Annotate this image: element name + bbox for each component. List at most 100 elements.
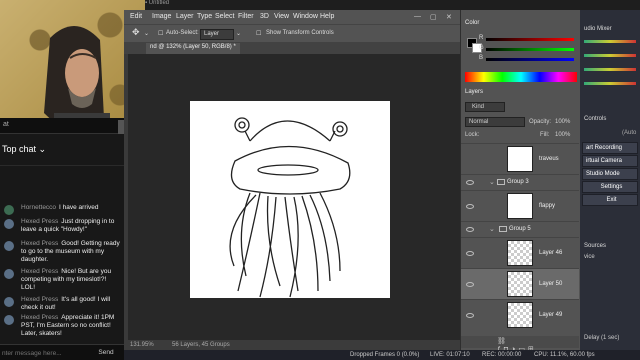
message-author[interactable]: Hornettecco: [21, 204, 56, 211]
options-bar: ✥ ⌄ ☐ Auto-Select: Layer ⌄ ☐ Show Transf…: [124, 24, 460, 42]
filter-kind-dropdown[interactable]: Kind: [465, 102, 505, 112]
close-icon[interactable]: ✕: [446, 13, 452, 21]
exit-button[interactable]: Exit: [582, 194, 638, 206]
visibility-eye-icon[interactable]: [466, 282, 474, 287]
group-row[interactable]: ⌄ Group 5: [461, 221, 579, 237]
chevron-down-icon[interactable]: ⌄: [236, 30, 241, 37]
device-label[interactable]: vice: [584, 254, 595, 260]
menu-select[interactable]: Select: [215, 13, 234, 20]
message-author[interactable]: Hexed Press: [21, 314, 58, 321]
layer-name[interactable]: Layer 50: [539, 281, 562, 287]
menu-layer[interactable]: Layer: [176, 13, 194, 20]
chevron-down-icon[interactable]: ⌄: [489, 178, 495, 186]
color-spectrum[interactable]: [465, 72, 577, 82]
layer-thumbnail: [507, 193, 533, 219]
chat-message: Hexed Press Nice! But are you competing w…: [4, 268, 122, 292]
layer-thumbnail: [507, 302, 533, 328]
move-tool-icon[interactable]: ✥: [132, 27, 140, 38]
auto-select-dropdown[interactable]: Layer: [200, 29, 234, 40]
checkbox-icon[interactable]: ☐: [256, 30, 261, 37]
message-author[interactable]: Hexed Press: [21, 268, 58, 275]
avatar: [4, 205, 14, 215]
avatar: [4, 315, 14, 325]
menu-edit[interactable]: Edit: [130, 13, 142, 20]
visibility-eye-icon[interactable]: [466, 204, 474, 209]
document-tab[interactable]: nd @ 132% (Layer 50, RGB/8) *: [146, 43, 240, 54]
audio-meter: [584, 68, 636, 71]
document-tab-bar: nd @ 132% (Layer 50, RGB/8) *: [124, 42, 460, 54]
window-title: ▪ Untitled: [145, 0, 170, 6]
virtual-camera-button[interactable]: irtual Camera: [582, 155, 638, 167]
group-name[interactable]: Group 5: [509, 226, 531, 232]
minimize-icon[interactable]: —: [414, 13, 421, 20]
menu-help[interactable]: Help: [320, 13, 334, 20]
zoom-level[interactable]: 131.95%: [130, 342, 154, 348]
message-author[interactable]: Hexed Press: [21, 296, 58, 303]
visibility-eye-icon[interactable]: [466, 251, 474, 256]
sources-label: Sources: [584, 243, 607, 249]
layer-name[interactable]: Layer 49: [539, 312, 562, 318]
blue-slider[interactable]: B: [479, 55, 574, 61]
layer-thumbnail: [507, 146, 533, 172]
color-tab[interactable]: Color: [465, 20, 479, 26]
avatar: [4, 297, 14, 307]
menu-image[interactable]: Image: [152, 13, 171, 20]
maximize-icon[interactable]: ▢: [430, 13, 437, 21]
start-recording-button[interactable]: art Recording: [582, 142, 638, 154]
layers-tab[interactable]: Layers: [465, 89, 483, 95]
folder-icon: [499, 226, 507, 232]
opacity-value[interactable]: 100%: [555, 119, 570, 125]
audio-mixer-label: udio Mixer: [584, 26, 612, 32]
transition-auto-label: (Auto: [622, 130, 637, 136]
layer-row-selected[interactable]: Layer 50: [461, 268, 579, 299]
fill-label: Fill:: [540, 132, 550, 138]
blend-mode-dropdown[interactable]: Normal: [465, 117, 525, 127]
chat-message: Hexed Press Just dropping in to leave a q…: [4, 218, 122, 234]
settings-button[interactable]: Settings: [582, 181, 638, 193]
rec-timer: REC: 00:00:00: [482, 352, 522, 358]
layer-name[interactable]: Layer 46: [539, 250, 562, 256]
group-name[interactable]: Group 3: [507, 179, 529, 185]
tools-panel[interactable]: [124, 54, 128, 342]
link-icon[interactable]: ⛓: [497, 338, 509, 345]
layer-row[interactable]: flappy: [461, 190, 579, 221]
right-panel: Color R G B Layers Kind Normal Opacity: …: [460, 10, 580, 360]
checkbox-icon[interactable]: ☐: [158, 30, 163, 37]
menu-window[interactable]: Window: [293, 13, 318, 20]
document-canvas[interactable]: [190, 101, 390, 298]
chat-header[interactable]: Top chat ⌄: [0, 134, 124, 166]
chat-input[interactable]: [2, 348, 86, 359]
visibility-eye-icon[interactable]: [466, 180, 474, 185]
green-slider[interactable]: G: [479, 45, 574, 51]
group-row[interactable]: ⌄ Group 3: [461, 174, 579, 190]
red-slider[interactable]: R: [479, 35, 574, 41]
chevron-down-icon[interactable]: ⌄: [39, 144, 47, 154]
audio-meter: [584, 82, 636, 85]
layer-row[interactable]: Layer 46: [461, 237, 579, 268]
menu-view[interactable]: View: [274, 13, 289, 20]
avatar: [4, 219, 14, 229]
message-author[interactable]: Hexed Press: [21, 218, 58, 225]
opacity-label: Opacity:: [529, 119, 552, 125]
menu-filter[interactable]: Filter: [238, 13, 254, 20]
message-author[interactable]: Hexed Press: [21, 240, 58, 247]
layer-name[interactable]: traveus: [539, 156, 559, 162]
layer-name[interactable]: flappy: [539, 203, 555, 209]
chat-message: Hexed Press Appreciate it! 1PM PST, I'm E…: [4, 314, 122, 338]
chevron-down-icon[interactable]: ⌄: [144, 30, 149, 37]
auto-select-label: Auto-Select:: [166, 30, 199, 36]
menu-3d[interactable]: 3D: [260, 13, 269, 20]
layer-row[interactable]: traveus: [461, 143, 579, 174]
chat-mode-label: Top chat: [2, 144, 37, 154]
chevron-down-icon[interactable]: ⌄: [489, 225, 495, 233]
transform-controls-label[interactable]: Show Transform Controls: [266, 30, 334, 36]
layer-row[interactable]: Layer 49: [461, 299, 579, 330]
send-button[interactable]: Send: [92, 347, 120, 359]
menu-type[interactable]: Type: [197, 13, 212, 20]
menu-bar: Edit Image Layer Type Select Filter 3D V…: [124, 10, 460, 24]
visibility-eye-icon[interactable]: [466, 227, 474, 232]
fill-value[interactable]: 100%: [555, 132, 570, 138]
studio-mode-button[interactable]: Studio Mode: [582, 168, 638, 180]
visibility-eye-icon[interactable]: [466, 313, 474, 318]
live-timer: LIVE: 01:07:10: [430, 352, 470, 358]
